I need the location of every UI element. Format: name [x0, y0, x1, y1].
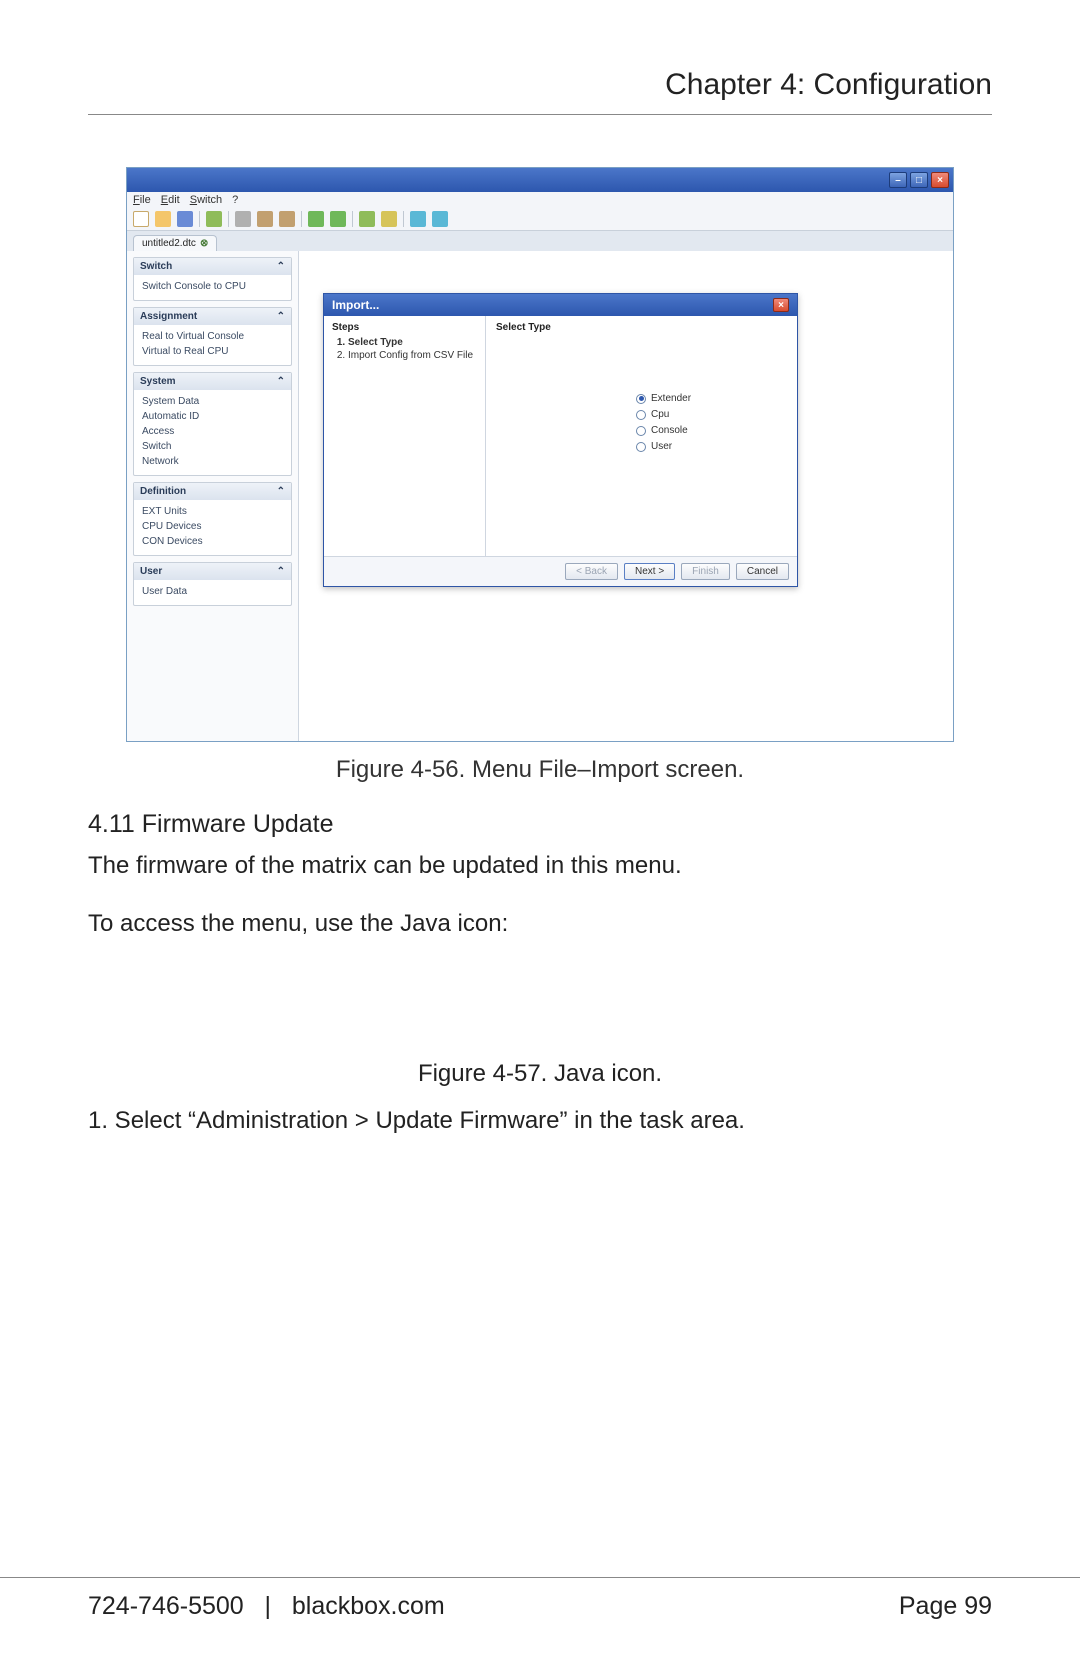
sidebar-item[interactable]: Virtual to Real CPU	[142, 344, 283, 359]
menu-switch[interactable]: Switch	[190, 194, 222, 206]
radio-label: Extender	[651, 393, 691, 404]
menu-edit[interactable]: Edit	[161, 194, 180, 206]
sidebar-head: Definition	[140, 486, 186, 497]
radio-icon	[636, 426, 646, 436]
back-button: < Back	[565, 563, 618, 580]
cut-icon[interactable]	[235, 211, 251, 227]
dialog-steps-panel: Steps Select Type Import Config from CSV…	[324, 316, 486, 556]
copy-icon[interactable]	[257, 211, 273, 227]
maximize-icon[interactable]: □	[910, 172, 928, 188]
radio-console[interactable]: Console	[636, 425, 787, 436]
nav-back-icon[interactable]	[410, 211, 426, 227]
sidebar-item[interactable]: User Data	[142, 584, 283, 599]
chapter-title: Chapter 4: Configuration	[88, 68, 992, 115]
radio-extender[interactable]: Extender	[636, 393, 787, 404]
radio-user[interactable]: User	[636, 441, 787, 452]
sidebar-head: System	[140, 376, 176, 387]
menu-file[interactable]: File	[133, 194, 151, 206]
toolbar	[127, 208, 953, 231]
body-paragraph: The firmware of the matrix can be update…	[88, 849, 992, 883]
content-area: Import... × Steps Select Type Import Con…	[299, 251, 953, 741]
sidebar-item[interactable]: Automatic ID	[142, 409, 283, 424]
dialog-title: Import...	[332, 298, 379, 312]
nav-fwd-icon[interactable]	[432, 211, 448, 227]
collapse-icon[interactable]: ⌃	[277, 311, 285, 322]
sidebar-item[interactable]: Network	[142, 454, 283, 469]
tab-label: untitled2.dtc	[142, 238, 196, 249]
sidebar-item[interactable]: CON Devices	[142, 534, 283, 549]
dialog-footer: < Back Next > Finish Cancel	[324, 556, 797, 586]
collapse-icon[interactable]: ⌃	[277, 486, 285, 497]
sidebar-section-assignment: Assignment ⌃ Real to Virtual Console Virt…	[133, 307, 292, 366]
radio-label: Console	[651, 425, 688, 436]
sidebar: Switch ⌃ Switch Console to CPU Assignment…	[127, 251, 299, 741]
sidebar-head: Switch	[140, 261, 172, 272]
export-icon[interactable]	[381, 211, 397, 227]
save-icon[interactable]	[177, 211, 193, 227]
import-dialog: Import... × Steps Select Type Import Con…	[323, 293, 798, 587]
sidebar-section-system: System⌃ System Data Automatic ID Access …	[133, 372, 292, 476]
refresh-icon[interactable]	[206, 211, 222, 227]
document-tab[interactable]: untitled2.dtc ⊗	[133, 235, 217, 251]
radio-icon	[636, 394, 646, 404]
section-title: 4.11 Firmware Update	[88, 810, 992, 839]
radio-label: Cpu	[651, 409, 669, 420]
type-radio-group: Extender Cpu Console User	[636, 393, 787, 452]
new-icon[interactable]	[133, 211, 149, 227]
sidebar-head: Assignment	[140, 311, 197, 322]
steps-header: Steps	[332, 322, 477, 333]
figure-caption-1: Figure 4-56. Menu File–Import screen.	[88, 756, 992, 784]
sidebar-section-definition: Definition ⌃ EXT Units CPU Devices CON De…	[133, 482, 292, 556]
tab-close-icon[interactable]: ⊗	[200, 238, 208, 249]
sidebar-head: User	[140, 566, 162, 577]
sidebar-section-switch: Switch ⌃ Switch Console to CPU	[133, 257, 292, 301]
dialog-close-icon[interactable]: ×	[773, 298, 789, 312]
next-button[interactable]: Next >	[624, 563, 675, 580]
body-paragraph: To access the menu, use the Java icon:	[88, 907, 992, 941]
tab-strip: untitled2.dtc ⊗	[127, 231, 953, 251]
app-window: – □ × File Edit Switch ?	[126, 167, 954, 742]
step-item: Select Type	[348, 337, 477, 348]
sidebar-item[interactable]: EXT Units	[142, 504, 283, 519]
menu-bar: File Edit Switch ?	[127, 192, 953, 208]
finish-button: Finish	[681, 563, 730, 580]
dialog-content-panel: Select Type Extender Cpu Console User	[486, 316, 797, 556]
radio-label: User	[651, 441, 672, 452]
page-number: Page 99	[899, 1592, 992, 1621]
open-icon[interactable]	[155, 211, 171, 227]
tool-icon-2[interactable]	[330, 211, 346, 227]
minimize-icon[interactable]: –	[889, 172, 907, 188]
tool-icon-1[interactable]	[308, 211, 324, 227]
footer-phone: 724-746-5500	[88, 1592, 244, 1620]
sidebar-item[interactable]: Access	[142, 424, 283, 439]
sidebar-item[interactable]: System Data	[142, 394, 283, 409]
figure-4-56: – □ × File Edit Switch ?	[88, 167, 992, 742]
figure-caption-2: Figure 4-57. Java icon.	[88, 1060, 992, 1088]
import-icon[interactable]	[359, 211, 375, 227]
radio-icon	[636, 410, 646, 420]
step-item: Import Config from CSV File	[348, 350, 477, 361]
menu-help[interactable]: ?	[232, 194, 238, 206]
sidebar-section-user: User ⌃ User Data	[133, 562, 292, 606]
select-type-header: Select Type	[496, 322, 787, 333]
collapse-icon[interactable]: ⌃	[277, 261, 285, 272]
sidebar-item[interactable]: Switch Console to CPU	[142, 279, 283, 294]
radio-icon	[636, 442, 646, 452]
window-titlebar: – □ ×	[127, 168, 953, 192]
sidebar-item[interactable]: Switch	[142, 439, 283, 454]
page-footer: 724-746-5500 | blackbox.com Page 99	[0, 1577, 1080, 1621]
paste-icon[interactable]	[279, 211, 295, 227]
footer-site: blackbox.com	[292, 1592, 445, 1620]
collapse-icon[interactable]: ⌃	[277, 566, 285, 577]
sidebar-item[interactable]: CPU Devices	[142, 519, 283, 534]
step-text: 1. Select “Administration > Update Firmw…	[88, 1104, 992, 1138]
cancel-button[interactable]: Cancel	[736, 563, 789, 580]
collapse-icon[interactable]: ⌃	[277, 376, 285, 387]
radio-cpu[interactable]: Cpu	[636, 409, 787, 420]
sidebar-item[interactable]: Real to Virtual Console	[142, 329, 283, 344]
close-icon[interactable]: ×	[931, 172, 949, 188]
